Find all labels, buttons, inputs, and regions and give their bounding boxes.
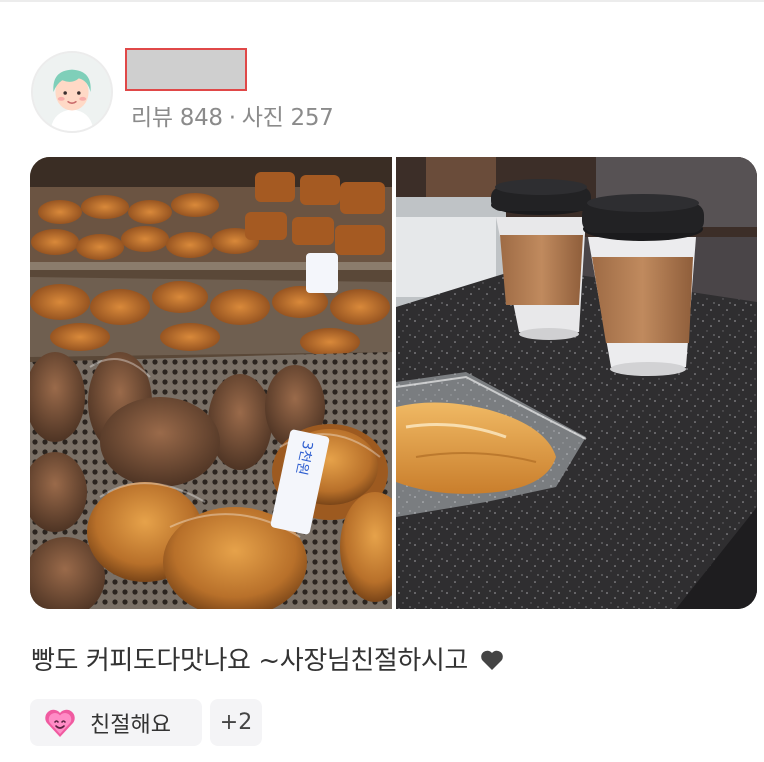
photo-coffee-bread[interactable] [396, 157, 757, 609]
stats-separator: · [228, 105, 236, 131]
review-photos: 3천원 [30, 157, 757, 609]
photo-bakery-shelf[interactable]: 3천원 [30, 157, 392, 609]
heart-icon [481, 650, 503, 670]
tag-kind[interactable]: 친절해요 [30, 699, 202, 746]
tag-more-button[interactable]: +2 [210, 699, 262, 746]
redacted-username[interactable] [125, 48, 247, 91]
tag-more-label: +2 [219, 710, 253, 735]
profile-avatar-icon [33, 53, 111, 131]
review-body: 빵도 커피도다맛나요 ~사장님친절하시고 [31, 646, 468, 676]
coffee-and-bread-image [396, 157, 757, 609]
tag-kind-label: 친절해요 [90, 712, 171, 738]
review-count: 리뷰 848 [131, 105, 223, 131]
reviewer-stats: 리뷰 848 · 사진 257 [131, 98, 334, 132]
avatar[interactable] [31, 51, 113, 133]
heart-face-icon [45, 709, 75, 737]
photo-count: 사진 257 [241, 105, 334, 131]
review-text: 빵도 커피도다맛나요 ~사장님친절하시고 [31, 640, 504, 677]
top-divider [0, 0, 764, 2]
bakery-shelf-image: 3천원 [30, 157, 392, 609]
